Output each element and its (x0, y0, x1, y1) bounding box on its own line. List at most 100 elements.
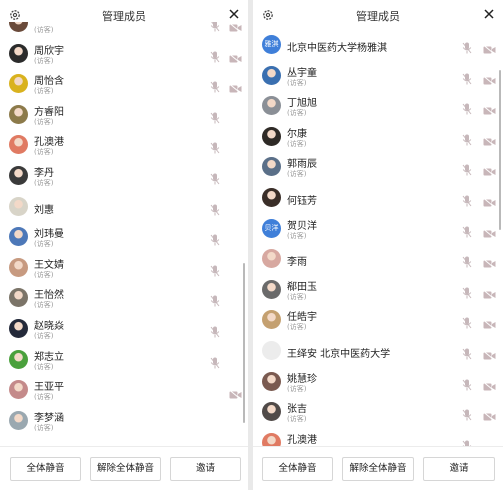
invite-button[interactable]: 邀请 (170, 457, 241, 481)
camera-off-icon[interactable] (483, 193, 496, 208)
mic-muted-icon[interactable] (210, 231, 220, 246)
list-item[interactable]: 刘惠 (0, 192, 248, 223)
avatar (262, 340, 281, 360)
list-item[interactable]: 孔澳港(访客) (0, 130, 248, 161)
mic-muted-icon[interactable] (462, 437, 472, 446)
member-role: (访客) (34, 240, 54, 249)
mic-muted-icon[interactable] (462, 376, 472, 391)
camera-off-icon[interactable] (483, 407, 496, 423)
mic-muted-icon[interactable] (462, 406, 472, 421)
mic-muted-icon[interactable] (462, 100, 472, 115)
camera-off-icon[interactable] (229, 79, 242, 95)
list-item[interactable]: (访客) (0, 22, 248, 39)
camera-off-icon[interactable] (483, 285, 496, 300)
mic-muted-icon[interactable] (210, 292, 220, 307)
scrollbar[interactable] (243, 263, 245, 423)
mic-muted-icon[interactable] (210, 262, 220, 277)
list-item[interactable]: 周欣宇 (访客) (0, 39, 248, 70)
mic-muted-icon[interactable] (462, 223, 472, 238)
list-item[interactable]: 王亚平 (访客) (0, 375, 248, 406)
list-item[interactable]: 王绎安 北京中医药大学 (253, 336, 503, 367)
list-item[interactable]: 方睿阳 (访客) (0, 100, 248, 131)
camera-off-icon[interactable] (483, 162, 496, 178)
member-name: 方睿阳 (34, 106, 64, 118)
mic-muted-icon[interactable] (462, 39, 472, 54)
list-item[interactable]: 张吉 (访客) (253, 397, 503, 428)
member-role: (访客) (34, 393, 54, 402)
mic-muted-icon[interactable] (210, 22, 220, 32)
unmute-all-button[interactable]: 解除全体静音 (342, 457, 414, 481)
list-item[interactable]: 李雨 (253, 244, 503, 275)
list-item[interactable]: 任皓宇 (访客) (253, 305, 503, 336)
mic-muted-icon[interactable] (462, 70, 472, 85)
mic-muted-icon[interactable] (462, 345, 472, 360)
mic-muted-icon[interactable] (462, 314, 472, 329)
mic-muted-icon[interactable] (210, 78, 220, 93)
scrollbar[interactable] (499, 70, 501, 230)
camera-off-icon[interactable] (483, 346, 496, 361)
mic-muted-icon[interactable] (462, 131, 472, 146)
camera-off-icon[interactable] (483, 101, 496, 117)
camera-off-icon[interactable] (483, 224, 496, 239)
avatar (9, 318, 28, 338)
invite-button[interactable]: 邀请 (423, 457, 495, 481)
member-role: (访客) (287, 415, 307, 424)
member-role: (访客) (287, 323, 307, 332)
member-list[interactable]: 雅淇 北京中医药大学杨雅淇 丛宇童 (访客) 丁旭旭 (访客) 尔康 (访客) 郭雨辰 (访客) 何… (253, 22, 503, 446)
mic-muted-icon[interactable] (210, 139, 220, 154)
avatar (9, 227, 28, 247)
camera-off-icon[interactable] (229, 385, 242, 401)
camera-off-icon[interactable] (483, 315, 496, 331)
list-item[interactable]: 李丹 (访客) (0, 161, 248, 192)
list-item[interactable]: 贝洋 贺贝洋 (访客) (253, 214, 503, 245)
list-item[interactable]: 孔澳港(访客) (253, 428, 503, 446)
avatar (9, 74, 28, 94)
member-role: (访客) (34, 423, 54, 432)
list-item[interactable]: 丁旭旭 (访客) (253, 91, 503, 122)
list-item[interactable]: 郑志立 (访客) (0, 345, 248, 376)
member-name: 姚慧珍 (287, 373, 317, 385)
avatar (262, 432, 281, 446)
list-item[interactable]: 丛宇童 (访客) (253, 61, 503, 92)
member-role: (访客) (34, 301, 54, 310)
list-item[interactable]: 周怡含 (访客) (0, 69, 248, 100)
camera-off-icon[interactable] (483, 132, 496, 147)
member-list[interactable]: (访客) 周欣宇 (访客) 周怡含 (访客) 方睿阳 (访客) 孔澳港 (访客) 李丹 (访客) 刘惠… (0, 22, 248, 446)
list-item[interactable]: 何钰芳 (253, 183, 503, 214)
mute-all-button[interactable]: 全体静音 (10, 457, 81, 481)
unmute-all-button[interactable]: 解除全体静音 (90, 457, 161, 481)
mute-all-button[interactable]: 全体静音 (262, 457, 333, 481)
camera-off-icon[interactable] (483, 71, 496, 86)
close-icon[interactable] (482, 7, 496, 21)
camera-off-icon[interactable] (483, 254, 496, 270)
list-item[interactable]: 姚慧珍 (访客) (253, 367, 503, 398)
list-item[interactable]: 郭雨辰 (访客) (253, 152, 503, 183)
list-item[interactable]: 王文婧 (访客) (0, 253, 248, 284)
list-item[interactable]: 李梦涵 (访客) (0, 406, 248, 437)
mic-muted-icon[interactable] (210, 201, 220, 216)
camera-off-icon[interactable] (483, 377, 496, 392)
mic-muted-icon[interactable] (210, 323, 220, 338)
mic-muted-icon[interactable] (210, 354, 220, 369)
avatar (262, 126, 281, 146)
camera-off-icon[interactable] (229, 49, 242, 64)
member-role: (访客) (34, 148, 54, 157)
camera-off-icon[interactable] (229, 22, 242, 33)
list-item[interactable]: 王怡然 (访客) (0, 283, 248, 314)
mic-muted-icon[interactable] (462, 161, 472, 176)
mic-muted-icon[interactable] (210, 170, 220, 185)
member-role: (访客) (287, 170, 307, 179)
list-item[interactable]: 雅淇 北京中医药大学杨雅淇 (253, 30, 503, 61)
mic-muted-icon[interactable] (210, 48, 220, 63)
mic-muted-icon[interactable] (462, 284, 472, 299)
list-item[interactable]: 赵晓焱 (访客) (0, 314, 248, 345)
camera-off-icon[interactable] (483, 40, 496, 55)
list-item[interactable]: 郗田玉 (访客) (253, 275, 503, 306)
mic-muted-icon[interactable] (462, 192, 472, 207)
mic-muted-icon[interactable] (462, 253, 472, 268)
list-item[interactable]: 刘玮曼 (访客) (0, 222, 248, 253)
mic-muted-icon[interactable] (210, 109, 220, 124)
avatar (262, 402, 281, 422)
list-item[interactable]: 尔康 (访客) (253, 122, 503, 153)
close-icon[interactable] (227, 7, 241, 21)
